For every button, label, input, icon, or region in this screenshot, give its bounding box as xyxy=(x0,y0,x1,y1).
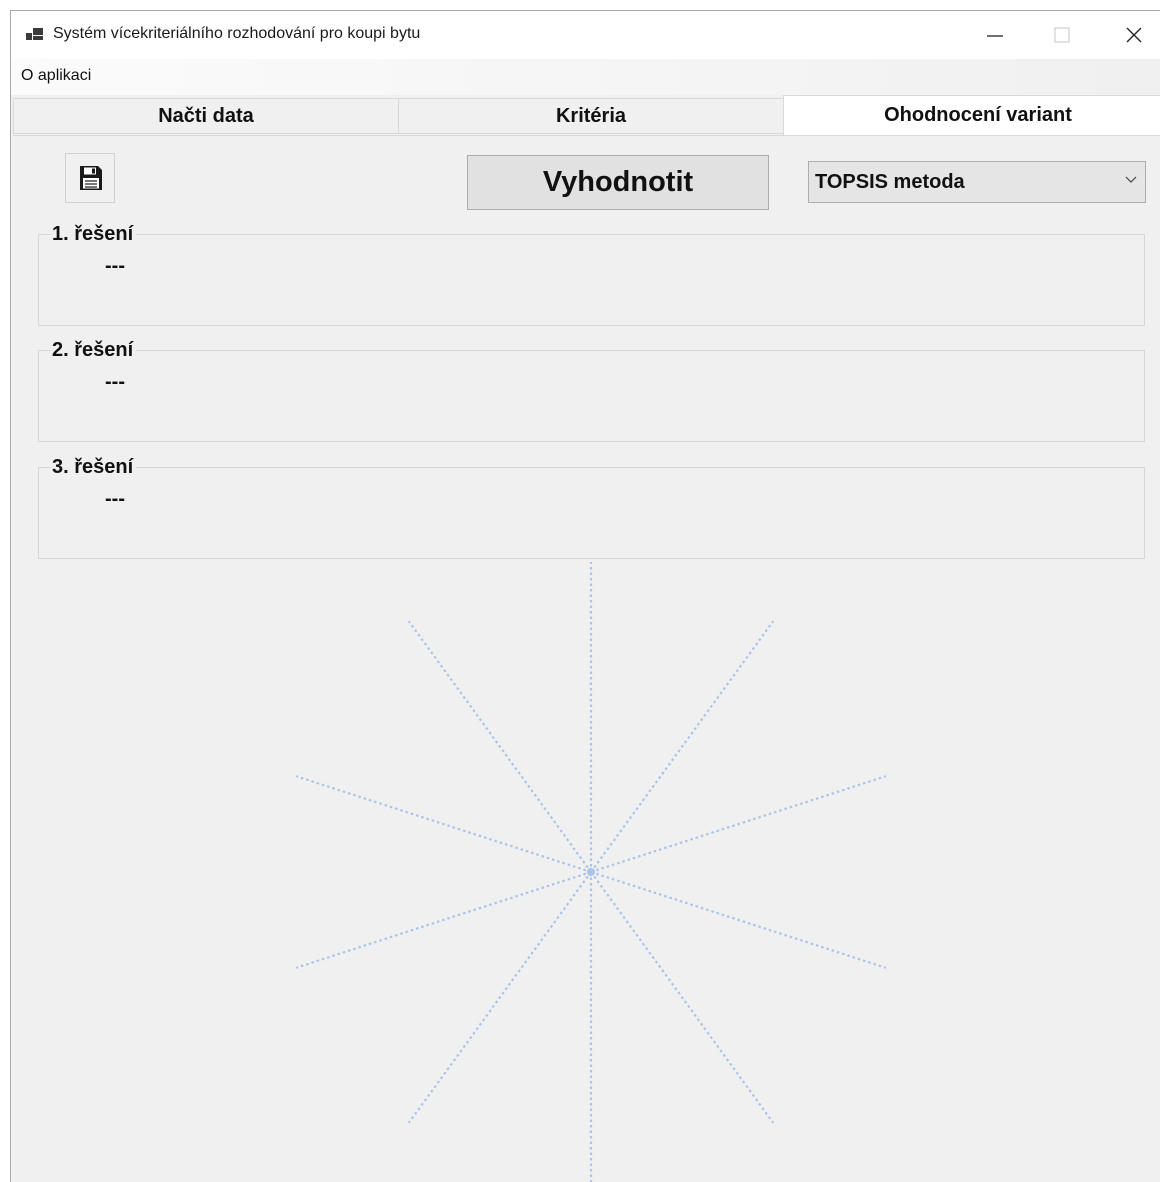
menu-item-o-aplikaci[interactable]: O aplikaci xyxy=(21,67,91,85)
chevron-down-icon xyxy=(1125,176,1137,183)
result-group-title: 2. řešení xyxy=(51,338,137,362)
result-value: --- xyxy=(105,488,125,510)
result-value: --- xyxy=(105,371,125,393)
window-title: Systém vícekriteriálního rozhodování pro… xyxy=(53,25,421,42)
tab-kriteria[interactable]: Kritéria xyxy=(398,98,784,134)
tab-page-ohodnoceni: Vyhodnotit TOPSIS metoda 1. řešení --- 2… xyxy=(13,135,1160,1182)
result-group-title: 1. řešení xyxy=(51,222,137,246)
tab-nacti-data[interactable]: Načti data xyxy=(13,98,399,134)
tab-ohodnoceni-variant[interactable]: Ohodnocení variant xyxy=(783,95,1160,135)
close-button[interactable] xyxy=(1111,11,1157,59)
save-button[interactable] xyxy=(65,153,115,203)
menu-bar: O aplikaci xyxy=(11,59,1160,95)
result-group-1: 1. řešení --- xyxy=(38,222,1145,326)
method-selected-value: TOPSIS metoda xyxy=(815,171,965,193)
close-icon xyxy=(1126,27,1142,43)
app-window: Systém vícekriteriálního rozhodování pro… xyxy=(10,10,1160,1182)
maximize-button[interactable] xyxy=(1039,11,1085,59)
tab-strip: Načti data Kritéria Ohodnocení variant xyxy=(13,95,1160,135)
result-group-2: 2. řešení --- xyxy=(38,338,1145,442)
app-icon xyxy=(26,28,43,40)
evaluate-button[interactable]: Vyhodnotit xyxy=(467,155,769,210)
minimize-icon xyxy=(987,35,1003,37)
floppy-disk-icon xyxy=(80,166,102,190)
method-dropdown[interactable]: TOPSIS metoda xyxy=(808,161,1146,203)
result-group-title: 3. řešení xyxy=(51,455,137,479)
maximize-icon xyxy=(1054,27,1070,43)
minimize-button[interactable] xyxy=(971,11,1017,59)
result-group-3: 3. řešení --- xyxy=(38,455,1145,559)
result-value: --- xyxy=(105,255,125,277)
title-bar: Systém vícekriteriálního rozhodování pro… xyxy=(11,11,1160,59)
